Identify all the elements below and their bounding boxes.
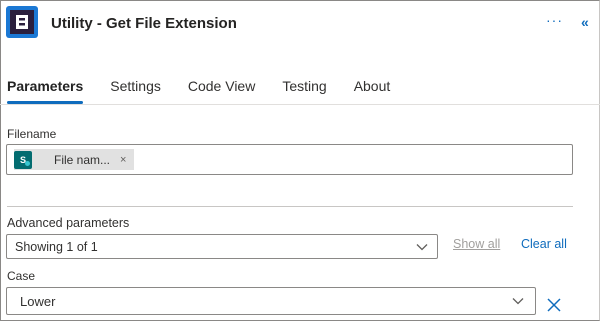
show-all-link[interactable]: Show all [453,237,500,251]
close-icon[interactable] [546,297,562,313]
tab-parameters[interactable]: Parameters [7,78,84,104]
dynamic-content-token[interactable]: S File nam... × [14,149,134,170]
advanced-parameters-label: Advanced parameters [7,216,130,230]
case-label: Case [7,269,36,283]
filename-field[interactable]: S File nam... × [6,144,573,175]
collapse-panel-icon[interactable]: « [581,14,589,30]
case-dropdown[interactable]: Lower [6,287,536,315]
chevron-down-icon [416,244,428,251]
tabs-divider [0,104,600,105]
advanced-parameters-value: Showing 1 of 1 [15,240,98,254]
clear-all-link[interactable]: Clear all [521,237,567,251]
chevron-down-icon [512,298,524,305]
token-label: File nam... [54,152,111,167]
filename-label: Filename [7,127,57,141]
sharepoint-icon: S [14,150,32,169]
advanced-parameters-dropdown[interactable]: Showing 1 of 1 [6,234,438,259]
case-value: Lower [20,294,56,309]
tab-bar: Parameters Settings Code View Testing Ab… [7,78,417,104]
page-title: Utility - Get File Extension [51,15,237,32]
token-remove-icon[interactable]: × [120,154,126,166]
tab-code-view[interactable]: Code View [188,78,255,94]
connector-logo-icon [6,6,38,38]
tab-testing[interactable]: Testing [282,78,326,94]
more-options-icon[interactable]: ··· [546,12,563,28]
tab-about[interactable]: About [354,78,391,94]
section-divider [7,206,573,207]
tab-settings[interactable]: Settings [110,78,161,94]
